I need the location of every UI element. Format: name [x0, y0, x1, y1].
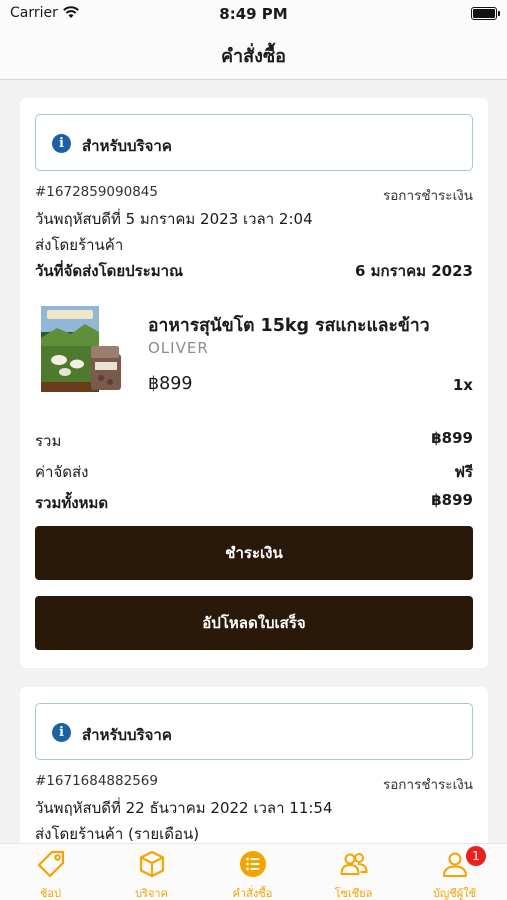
status-bar: Carrier 8:49 PM	[0, 0, 507, 28]
tab-label: คำสั่งซื้อ	[232, 887, 273, 900]
upload-receipt-button[interactable]: อัปโหลดใบเสร็จ	[35, 596, 473, 650]
order-number: #1672859090845	[35, 184, 158, 200]
order-date: วันพฤหัสบดีที่ 22 ธันวาคม 2022 เวลา 11:5…	[35, 799, 333, 817]
total-value: ฿899	[431, 491, 473, 509]
order-card: i สำหรับบริจาค #1672859090845 รอการชำระเ…	[20, 98, 488, 668]
total-label: รวมทั้งหมด	[35, 494, 109, 512]
orders-list[interactable]: i สำหรับบริจาค #1672859090845 รอการชำระเ…	[0, 81, 507, 843]
navigation-bar: คำสั่งซื้อ	[0, 28, 507, 80]
donation-notice: i สำหรับบริจาค	[35, 114, 473, 171]
donation-notice: i สำหรับบริจาค	[35, 703, 473, 760]
tag-icon	[37, 850, 65, 878]
product-price: ฿899	[148, 374, 193, 394]
tab-orders[interactable]: คำสั่งซื้อ	[202, 844, 303, 900]
tab-donate[interactable]: บริจาค	[101, 844, 202, 900]
tab-label: ช้อป	[39, 887, 62, 900]
estimated-delivery-date: 6 มกราคม 2023	[354, 262, 473, 280]
box-icon	[139, 850, 165, 878]
order-status: รอการชำระเงิน	[382, 777, 473, 793]
order-date: วันพฤหัสบดีที่ 5 มกราคม 2023 เวลา 2:04	[35, 210, 313, 228]
product-image[interactable]	[35, 302, 131, 398]
product-name: อาหารสุนัขโต 15kg รสแกะและข้าว	[148, 316, 430, 336]
clock: 8:49 PM	[219, 5, 288, 23]
donation-notice-text: สำหรับบริจาค	[82, 726, 172, 744]
product-quantity: 1x	[452, 376, 473, 394]
shipping-label: ค่าจัดส่ง	[35, 463, 89, 481]
subtotal-value: ฿899	[431, 429, 473, 447]
shipping-value: ฟรี	[454, 463, 473, 481]
tab-label: บัญชีผู้ใช้	[432, 887, 477, 900]
tab-bar: ช้อป บริจาค คำสั่งซื้อ โซเชียล 1 บัญชีผู…	[0, 843, 507, 900]
donation-notice-text: สำหรับบริจาค	[82, 137, 172, 155]
order-number: #1671684882569	[35, 773, 158, 789]
tab-label: บริจาค	[135, 887, 168, 900]
notification-badge: 1	[466, 846, 486, 866]
info-icon: i	[52, 723, 71, 742]
list-icon	[240, 851, 266, 877]
tab-shop[interactable]: ช้อป	[0, 844, 101, 900]
page-title: คำสั่งซื้อ	[221, 46, 286, 67]
tab-account[interactable]: 1 บัญชีผู้ใช้	[404, 844, 505, 900]
order-card: i สำหรับบริจาค #1671684882569 รอการชำระเ…	[20, 687, 488, 843]
order-status: รอการชำระเงิน	[382, 188, 473, 204]
estimated-delivery-label: วันที่จัดส่งโดยประมาณ	[35, 262, 184, 280]
tab-label: โซเชียล	[334, 887, 373, 900]
tab-social[interactable]: โซเชียล	[303, 844, 404, 900]
pay-button[interactable]: ชำระเงิน	[35, 526, 473, 580]
product-brand: OLIVER	[148, 339, 209, 357]
battery-icon	[471, 7, 500, 20]
subtotal-label: รวม	[35, 432, 62, 450]
shipped-by: ส่งโดยร้านค้า	[35, 236, 124, 254]
shipped-by: ส่งโดยร้านค้า (รายเดือน)	[35, 825, 200, 843]
people-icon	[340, 853, 368, 875]
info-icon: i	[52, 134, 71, 153]
